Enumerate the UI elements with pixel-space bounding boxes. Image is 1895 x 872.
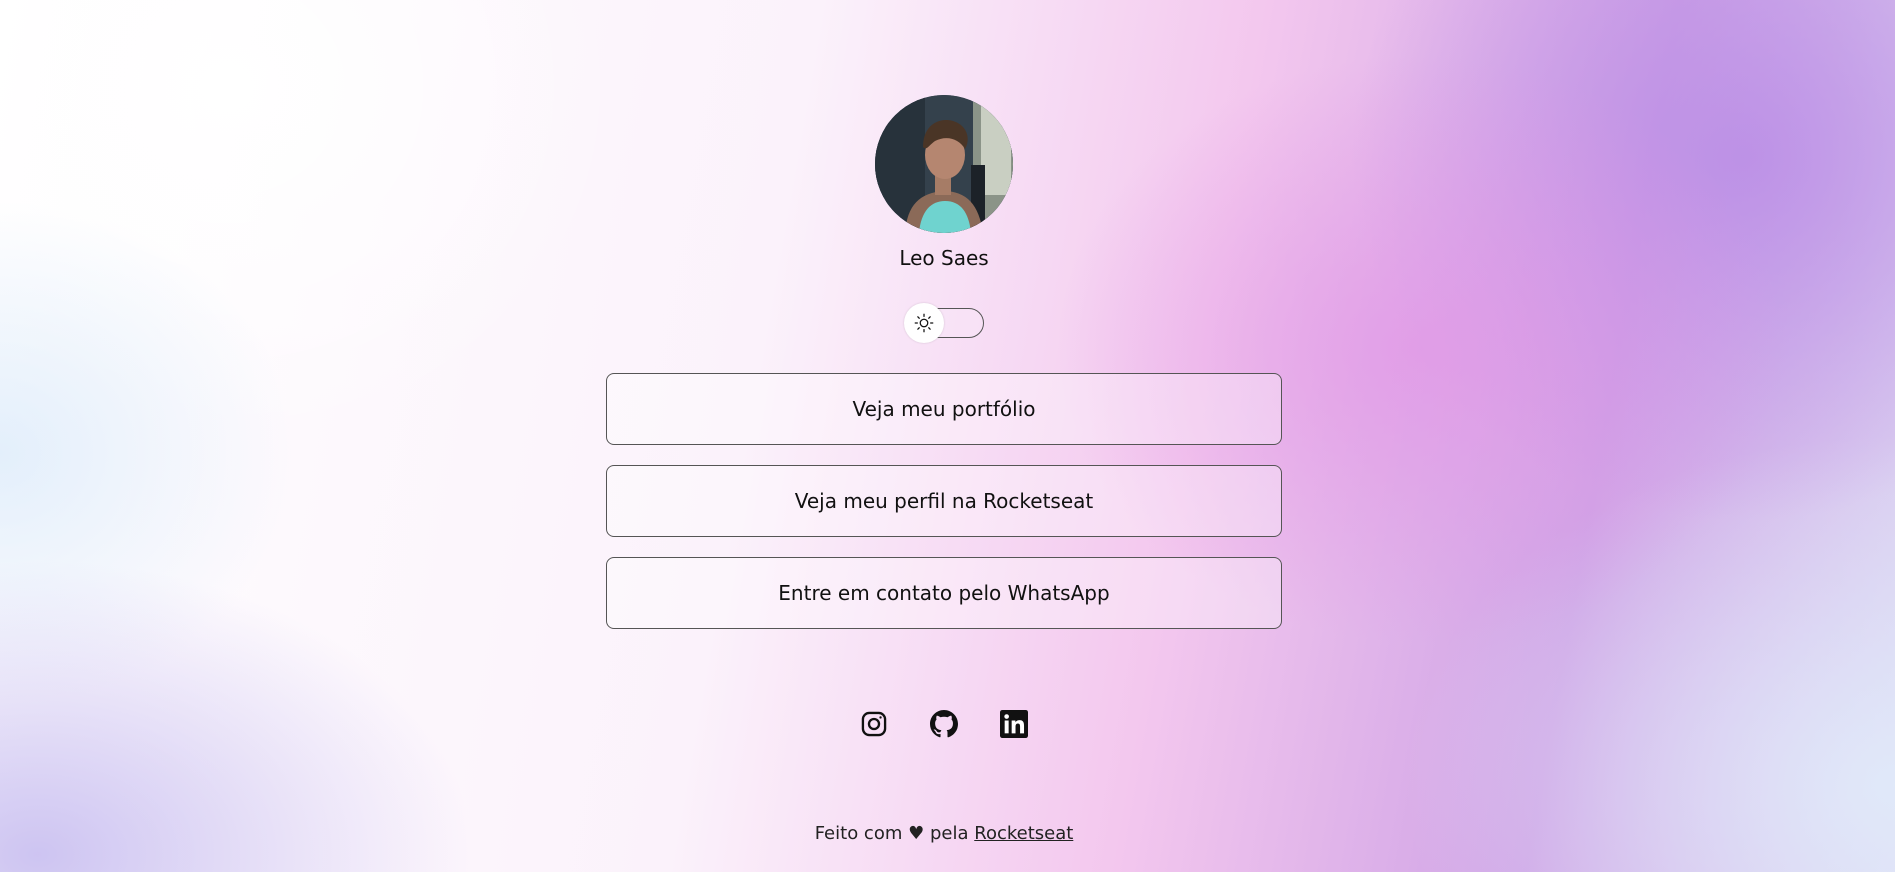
footer: Feito com ♥ pela Rocketseat	[606, 822, 1282, 846]
rocketseat-profile-link-button[interactable]: Veja meu perfil na Rocketseat	[606, 465, 1282, 537]
profile-card: Leo Saes Veja meu portfólio Veja meu per…	[606, 0, 1282, 872]
sun-icon	[914, 313, 934, 333]
footer-middle: pela	[929, 823, 969, 844]
github-link[interactable]	[929, 709, 959, 739]
footer-prefix: Feito com	[814, 823, 903, 844]
avatar	[875, 95, 1013, 233]
instagram-link[interactable]	[859, 709, 889, 739]
github-icon	[930, 710, 958, 738]
whatsapp-contact-link-button[interactable]: Entre em contato pelo WhatsApp	[606, 557, 1282, 629]
profile-name: Leo Saes	[899, 246, 989, 270]
theme-toggle[interactable]	[904, 303, 944, 343]
heart-icon: ♥	[908, 823, 925, 844]
footer-rocketseat-link[interactable]: Rocketseat	[974, 823, 1073, 844]
linkedin-link[interactable]	[999, 709, 1029, 739]
instagram-icon	[861, 711, 887, 737]
linkedin-icon	[1000, 710, 1028, 738]
portfolio-link-button[interactable]: Veja meu portfólio	[606, 373, 1282, 445]
